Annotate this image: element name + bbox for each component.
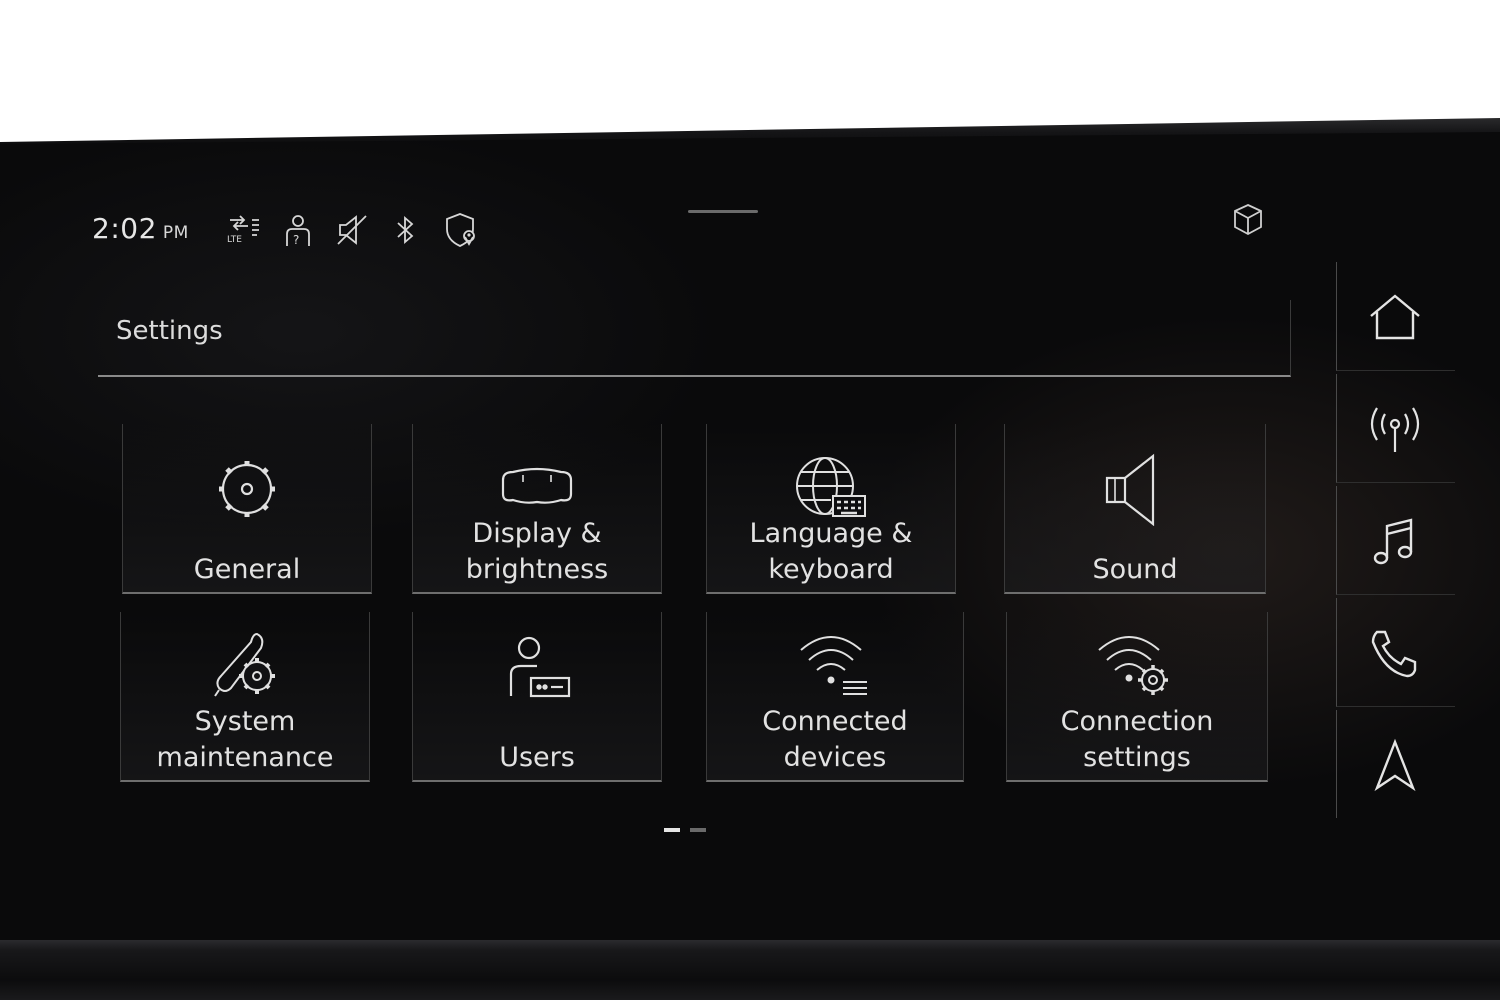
clock: 2:02 PM <box>92 212 189 245</box>
status-bar: 2:02 PM LTE ? <box>90 210 1290 256</box>
page-dot-active[interactable] <box>664 828 680 832</box>
nav-home[interactable] <box>1336 262 1455 371</box>
tile-connection-settings[interactable]: Connection settings <box>1006 612 1268 782</box>
svg-text:LTE: LTE <box>227 235 242 245</box>
tile-general[interactable]: General <box>122 424 372 594</box>
svg-text:?: ? <box>293 233 299 247</box>
tile-sound[interactable]: Sound <box>1004 424 1266 594</box>
drag-handle[interactable] <box>688 210 758 213</box>
nav-radio[interactable] <box>1336 374 1455 483</box>
phone-icon <box>1371 630 1417 678</box>
navigation-icon <box>1374 738 1416 792</box>
tile-language-keyboard[interactable]: Language & keyboard <box>706 424 956 594</box>
tile-label: General <box>193 554 301 585</box>
settings-header: Settings <box>98 300 1291 377</box>
page-dot-inactive[interactable] <box>690 828 706 832</box>
gear-icon <box>207 452 287 526</box>
device-bottom-trim <box>0 940 1500 1000</box>
nav-music[interactable] <box>1336 486 1455 595</box>
tile-label: Users <box>499 742 575 773</box>
tile-label: Language & keyboard <box>749 518 913 585</box>
clock-ampm: PM <box>162 223 189 243</box>
clock-time: 2:02 <box>92 212 157 245</box>
bluetooth-icon[interactable] <box>386 210 426 250</box>
tile-label: Display & brightness <box>465 518 609 585</box>
radio-icon <box>1370 407 1420 452</box>
page-indicator[interactable] <box>664 828 714 834</box>
tile-system-maintenance[interactable]: System maintenance <box>120 612 370 782</box>
wifi-list-icon <box>795 628 875 702</box>
music-icon <box>1373 518 1413 565</box>
tile-label: System maintenance <box>156 706 334 773</box>
cube-icon[interactable] <box>1228 200 1268 240</box>
wrench-gear-icon <box>205 630 285 704</box>
display-icon <box>497 452 577 526</box>
home-icon <box>1370 294 1420 340</box>
nav-navigation[interactable] <box>1336 710 1455 818</box>
nav-rail <box>1336 262 1456 822</box>
tile-display-brightness[interactable]: Display & brightness <box>412 424 662 594</box>
tile-label: Connection settings <box>1060 706 1214 773</box>
tile-label: Connected devices <box>762 706 908 773</box>
page-title: Settings <box>116 316 223 346</box>
mute-icon[interactable] <box>332 210 372 250</box>
speaker-icon <box>1095 452 1175 527</box>
nav-phone[interactable] <box>1336 598 1455 707</box>
tile-connected-devices[interactable]: Connected devices <box>706 612 964 782</box>
globe-keyboard-icon <box>791 452 871 526</box>
tile-label: Sound <box>1092 554 1178 585</box>
lte-icon[interactable]: LTE <box>224 210 264 250</box>
location-shield-icon[interactable] <box>440 210 480 250</box>
user-help-icon[interactable]: ? <box>278 210 318 250</box>
tile-users[interactable]: Users <box>412 612 662 782</box>
user-card-icon <box>497 634 577 708</box>
wifi-gear-icon <box>1097 628 1177 702</box>
